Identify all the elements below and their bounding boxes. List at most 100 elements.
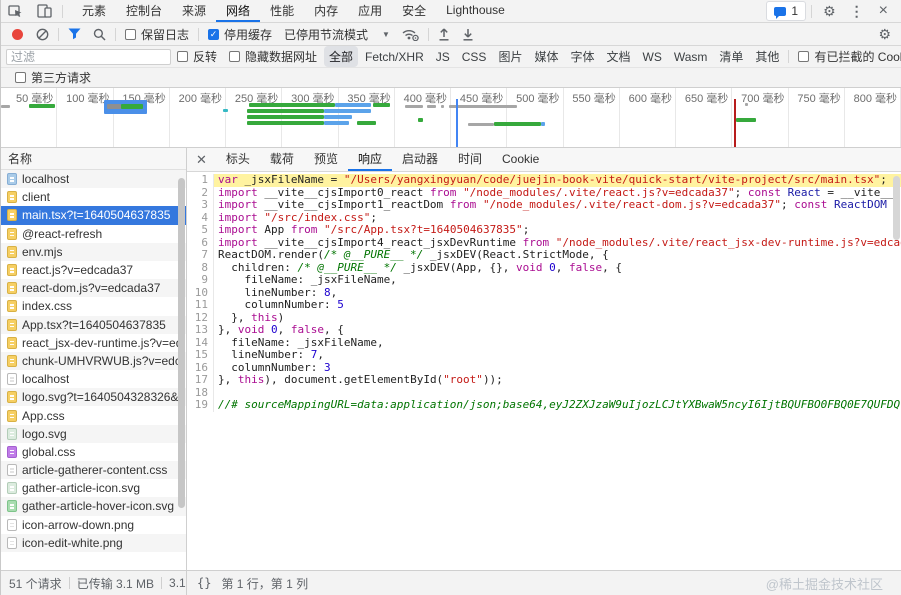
resource-chip-图片[interactable]: 图片	[493, 46, 527, 67]
search-icon[interactable]	[87, 28, 112, 41]
script-file-icon	[7, 228, 17, 240]
request-row[interactable]: global.css	[1, 443, 186, 461]
network-conditions-icon[interactable]	[396, 28, 425, 41]
detail-tab-bar: ✕ 标头载荷预览响应启动器时间Cookie	[187, 148, 901, 172]
panel-tab-Lighthouse[interactable]: Lighthouse	[436, 0, 515, 22]
panel-tab-安全[interactable]: 安全	[392, 0, 436, 22]
resource-chip-WS[interactable]: WS	[638, 48, 667, 66]
panel-tab-元素[interactable]: 元素	[72, 0, 116, 22]
request-row[interactable]: react_jsx-dev-runtime.js?v=edc…	[1, 334, 186, 352]
waterfall-bar	[29, 104, 55, 108]
request-row[interactable]: localhost	[1, 170, 186, 188]
request-row[interactable]: logo.svg	[1, 425, 186, 443]
resource-chip-媒体[interactable]: 媒体	[529, 46, 563, 67]
plain-file-icon	[7, 537, 17, 549]
panel-tab-应用[interactable]: 应用	[348, 0, 392, 22]
resource-chip-全部[interactable]: 全部	[324, 46, 358, 67]
request-row[interactable]: env.mjs	[1, 243, 186, 261]
plain-file-icon	[7, 519, 17, 531]
resource-chip-Fetch/XHR[interactable]: Fetch/XHR	[360, 48, 429, 66]
panel-tab-控制台[interactable]: 控制台	[116, 0, 172, 22]
third-party-label: 第三方请求	[31, 69, 91, 86]
detail-tab-载荷[interactable]: 载荷	[260, 148, 304, 171]
code-line: 14 fileName: _jsxFileName,	[187, 337, 901, 350]
detail-tab-预览[interactable]: 预览	[304, 148, 348, 171]
detail-tab-启动器[interactable]: 启动器	[392, 148, 448, 171]
invert-checkbox[interactable]	[177, 51, 188, 62]
divider	[69, 577, 70, 589]
panel-tab-网络[interactable]: 网络	[216, 0, 260, 22]
resource-chip-CSS[interactable]: CSS	[457, 48, 492, 66]
preserve-log-checkbox[interactable]	[125, 29, 136, 40]
code-token: from	[430, 187, 457, 199]
request-row[interactable]: localhost	[1, 370, 186, 388]
code-token: )	[278, 312, 285, 324]
request-row[interactable]: App.tsx?t=1640504637835	[1, 316, 186, 334]
code-token: ;	[523, 224, 530, 236]
detail-close-icon[interactable]: ✕	[187, 148, 216, 171]
sidebar-scrollbar[interactable]	[178, 178, 185, 508]
request-row[interactable]: index.css	[1, 297, 186, 315]
request-row[interactable]: logo.svg?t=1640504328326&im…	[1, 388, 186, 406]
resource-chip-Wasm[interactable]: Wasm	[669, 48, 713, 66]
request-row[interactable]: chunk-UMHVRWUB.js?v=edcad	[1, 352, 186, 370]
console-message-badge[interactable]: 1	[766, 1, 806, 21]
detail-tab-响应[interactable]: 响应	[348, 148, 392, 171]
export-har-icon[interactable]	[456, 28, 480, 41]
close-devtools-icon[interactable]: ×	[872, 2, 895, 20]
clear-network-log-icon[interactable]	[30, 28, 55, 41]
request-row[interactable]: icon-edit-white.png	[1, 534, 186, 552]
record-network-log-button[interactable]	[12, 29, 23, 40]
pretty-print-icon[interactable]: {}	[197, 576, 211, 590]
request-row[interactable]: gather-article-icon.svg	[1, 479, 186, 497]
detail-tab-Cookie[interactable]: Cookie	[492, 148, 549, 171]
resource-chip-字体[interactable]: 字体	[565, 46, 599, 67]
panel-tab-性能[interactable]: 性能	[260, 0, 304, 22]
request-row[interactable]: gather-article-hover-icon.svg	[1, 497, 186, 515]
waterfall-bar	[247, 115, 324, 119]
request-table-header[interactable]: 名称	[1, 148, 186, 170]
disable-cache-checkbox[interactable]: ✓	[208, 29, 219, 40]
resource-chip-其他[interactable]: 其他	[750, 46, 784, 67]
third-party-checkbox[interactable]	[15, 72, 26, 83]
code-token: void	[516, 262, 543, 274]
response-scrollbar[interactable]	[893, 176, 900, 240]
throttling-select[interactable]: 已停用节流模式 ▼	[278, 26, 396, 43]
request-row[interactable]: react-dom.js?v=edcada37	[1, 279, 186, 297]
request-name: global.css	[22, 445, 75, 459]
third-party-filter-row: 第三方请求	[1, 68, 901, 88]
panel-tab-来源[interactable]: 来源	[172, 0, 216, 22]
panel-tab-内存[interactable]: 内存	[304, 0, 348, 22]
resource-chip-清单[interactable]: 清单	[714, 46, 748, 67]
request-row[interactable]: @react-refresh	[1, 225, 186, 243]
response-code-view[interactable]: 1var _jsxFileName = "/Users/yangxingyuan…	[187, 172, 901, 570]
divider	[198, 28, 199, 41]
plain-file-icon	[7, 373, 17, 385]
settings-gear-icon[interactable]: ⚙	[817, 3, 842, 20]
device-toolbar-icon[interactable]	[30, 0, 59, 22]
request-row[interactable]: react.js?v=edcada37	[1, 261, 186, 279]
filter-input[interactable]	[6, 49, 171, 65]
detail-tab-时间[interactable]: 时间	[448, 148, 492, 171]
import-har-icon[interactable]	[432, 28, 456, 41]
request-row[interactable]: icon-arrow-down.png	[1, 516, 186, 534]
resource-chip-文档[interactable]: 文档	[601, 46, 635, 67]
request-row[interactable]: client	[1, 188, 186, 206]
filter-funnel-icon[interactable]	[62, 28, 87, 40]
request-row[interactable]: article-gatherer-content.css	[1, 461, 186, 479]
script-file-icon	[7, 300, 17, 312]
hide-data-urls-checkbox[interactable]	[229, 51, 240, 62]
request-row[interactable]: App.css	[1, 406, 186, 424]
network-settings-gear-icon[interactable]: ⚙	[872, 26, 897, 43]
waterfall-bar	[335, 103, 371, 107]
blocked-cookies-checkbox[interactable]	[798, 51, 809, 62]
inspect-element-icon[interactable]	[1, 0, 30, 22]
kebab-menu-icon[interactable]: ⋮	[844, 3, 870, 20]
code-token: this	[251, 312, 278, 324]
detail-tab-标头[interactable]: 标头	[216, 148, 260, 171]
resource-chip-JS[interactable]: JS	[431, 48, 455, 66]
code-text	[214, 387, 901, 400]
request-row[interactable]: main.tsx?t=1640504637835	[1, 206, 186, 224]
throttling-value: 已停用节流模式	[284, 26, 368, 43]
network-overview-timeline[interactable]: 50 毫秒100 毫秒150 毫秒200 毫秒250 毫秒300 毫秒350 毫…	[1, 88, 901, 148]
